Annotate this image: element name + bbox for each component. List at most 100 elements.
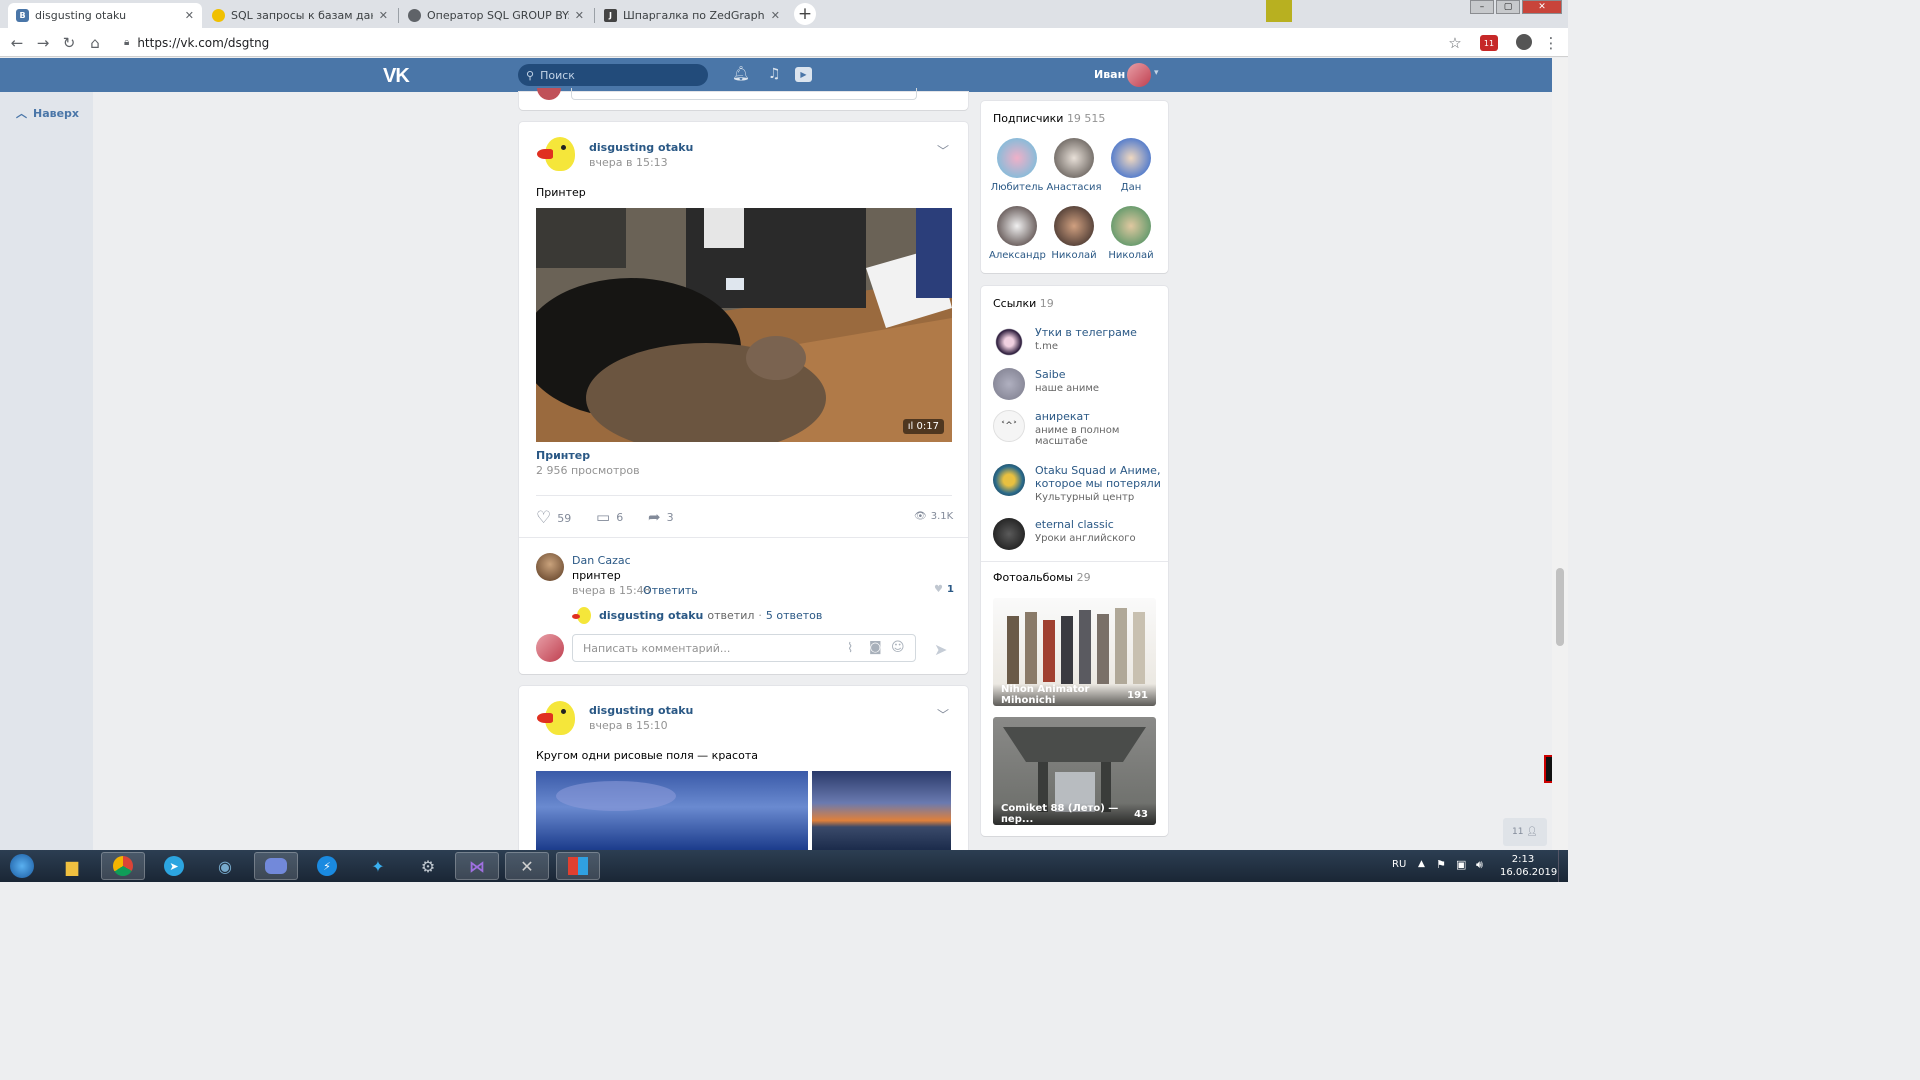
taskbar-support[interactable]: ◉	[203, 852, 247, 880]
music-icon[interactable]: ♫	[768, 66, 781, 82]
close-icon[interactable]: ✕	[185, 9, 194, 22]
language-indicator[interactable]: RU	[1392, 859, 1406, 870]
comment-icon: ▭	[596, 508, 611, 526]
profile-avatar[interactable]	[1516, 34, 1532, 50]
avatar[interactable]	[537, 699, 577, 739]
show-desktop-button[interactable]	[1558, 850, 1568, 882]
albums-title[interactable]: Фотоальбомы 29	[993, 571, 1091, 584]
chevron-down-icon[interactable]: ﹀	[937, 142, 949, 159]
subscribers-title[interactable]: Подписчики 19 515	[993, 112, 1105, 125]
close-icon[interactable]: ✕	[575, 9, 584, 22]
link-item[interactable]: Otaku Squad и Аниме, которое мы потеряли…	[993, 464, 1161, 503]
share-button[interactable]: ➦ 3	[648, 508, 674, 526]
album-card[interactable]: Nihon Animator Mihonichi 191	[993, 598, 1156, 706]
subscriber-item[interactable]: Дан	[1103, 138, 1159, 193]
link-item[interactable]: Saibe наше аниме	[993, 368, 1161, 400]
volume-icon[interactable]: 🔊︎	[1476, 858, 1483, 872]
taskbar-explorer[interactable]: ▆	[50, 852, 94, 880]
smile-icon[interactable]: ☺	[891, 640, 905, 655]
subscriber-item[interactable]: Любитель	[989, 138, 1045, 193]
tab-zedgraph[interactable]: J Шпаргалка по ZedGraph. Как на ✕	[596, 3, 788, 28]
start-button[interactable]	[2, 852, 42, 880]
reply-button[interactable]: Ответить	[643, 584, 698, 597]
clock[interactable]: 2:13 16.06.2019	[1500, 853, 1557, 879]
play-icon[interactable]: ▶	[795, 67, 812, 82]
notifications-bell-icon[interactable]: 🔔︎	[732, 66, 750, 82]
comment-input[interactable]: Написать комментарий... ⌇ ◙ ☺	[572, 634, 916, 662]
avatar[interactable]	[572, 606, 592, 626]
taskbar-app[interactable]: ⚡︎	[305, 852, 349, 880]
post-photo[interactable]	[536, 771, 808, 851]
links-title[interactable]: Ссылки 19	[993, 297, 1054, 310]
close-window-icon[interactable]: ✕	[1522, 0, 1562, 14]
page-scrollbar[interactable]	[1552, 58, 1568, 850]
action-center-icon[interactable]: ⚑	[1436, 858, 1446, 871]
video-player[interactable]: ıl 0:17	[536, 208, 952, 442]
link-item[interactable]: ˂^˃ анирекат аниме в полном масштабе	[993, 410, 1161, 447]
taskbar-telegram[interactable]: ➤	[152, 852, 196, 880]
taskbar-discord[interactable]	[254, 852, 298, 880]
comment-author[interactable]: Dan Cazac	[572, 554, 631, 567]
user-name[interactable]: Иван	[1094, 68, 1125, 81]
camera-icon[interactable]: ◙	[869, 640, 882, 655]
taskbar-chrome[interactable]	[101, 852, 145, 880]
chevron-down-icon[interactable]: ▾	[1154, 68, 1159, 78]
address-bar[interactable]: 🔒︎ https://vk.com/dsgtng	[116, 31, 1476, 54]
subscriber-item[interactable]: Анастасия	[1046, 138, 1102, 193]
minimize-icon[interactable]: –	[1470, 0, 1494, 14]
attach-icon[interactable]: ⌇	[847, 641, 853, 656]
replies-summary[interactable]: disgusting otaku ответил · 5 ответов	[599, 609, 822, 622]
post-author[interactable]: disgusting otaku	[589, 141, 693, 154]
network-icon[interactable]: ▣	[1456, 858, 1466, 871]
avatar[interactable]	[537, 135, 577, 175]
video-title[interactable]: Принтер	[536, 449, 590, 462]
reply-author[interactable]: disgusting otaku	[599, 609, 703, 622]
taskbar-tools[interactable]: ✕	[505, 852, 549, 880]
tab-sql-queries[interactable]: SQL запросы к базам данных за ✕	[204, 3, 396, 28]
send-icon[interactable]: ➤	[934, 640, 947, 659]
avatar[interactable]	[1127, 63, 1151, 87]
comment-date[interactable]: вчера в 15:48	[572, 584, 651, 597]
forward-icon[interactable]: →	[34, 34, 52, 52]
reload-icon[interactable]: ↻	[60, 34, 78, 52]
back-icon[interactable]: ←	[8, 34, 26, 52]
extension-icon[interactable]: 11	[1480, 35, 1498, 51]
vk-logo[interactable]: VK	[383, 65, 410, 88]
comment-like-button[interactable]: ♥ 1	[934, 584, 954, 595]
link-item[interactable]: eternal classic Уроки английского	[993, 518, 1161, 550]
like-button[interactable]: ♡ 59	[536, 508, 571, 528]
post-date[interactable]: вчера в 15:13	[589, 156, 668, 169]
comment-button[interactable]: ▭ 6	[596, 508, 623, 526]
left-scroll-strip[interactable]	[0, 92, 93, 852]
post-date[interactable]: вчера в 15:10	[589, 719, 668, 732]
maximize-icon[interactable]: ▢	[1496, 0, 1520, 14]
back-to-top-button[interactable]: ︿ Наверх	[16, 105, 79, 121]
menu-icon[interactable]: ⋮	[1542, 34, 1560, 52]
taskbar-steam[interactable]: ⚙	[406, 852, 450, 880]
subscriber-item[interactable]: Александр	[989, 206, 1046, 261]
post-author[interactable]: disgusting otaku	[589, 704, 693, 717]
comment-input-partial[interactable]	[571, 88, 917, 100]
new-tab-button[interactable]: +	[794, 3, 816, 25]
taskbar-battlenet[interactable]: ✦	[356, 852, 400, 880]
tab-vk[interactable]: В disgusting otaku ✕	[8, 3, 202, 28]
online-friends-button[interactable]: 11 👤︎	[1503, 818, 1547, 846]
bookmark-star-icon[interactable]: ☆	[1446, 34, 1464, 52]
tab-sql-group-by[interactable]: Оператор SQL GROUP BY: синта ✕	[400, 3, 592, 28]
close-icon[interactable]: ✕	[771, 9, 780, 22]
link-item[interactable]: Утки в телеграме t.me	[993, 326, 1161, 358]
post-photo[interactable]	[812, 771, 951, 851]
tray-expand-icon[interactable]: ▲	[1418, 859, 1425, 869]
taskbar-app-windows[interactable]	[556, 852, 600, 880]
close-icon[interactable]: ✕	[379, 9, 388, 22]
home-icon[interactable]: ⌂	[86, 34, 104, 52]
subscriber-item[interactable]: Николай	[1103, 206, 1159, 261]
subscriber-item[interactable]: Николай	[1046, 206, 1102, 261]
avatar[interactable]	[536, 553, 564, 581]
taskbar-visual-studio[interactable]: ⋈	[455, 852, 499, 880]
search-input[interactable]: ⚲ Поиск	[518, 64, 708, 86]
chevron-down-icon[interactable]: ﹀	[937, 706, 949, 723]
scrollbar-thumb[interactable]	[1556, 568, 1564, 646]
replies-count-link[interactable]: 5 ответов	[766, 609, 823, 622]
album-card[interactable]: Comiket 88 (Лето) — пер... 43	[993, 717, 1156, 825]
